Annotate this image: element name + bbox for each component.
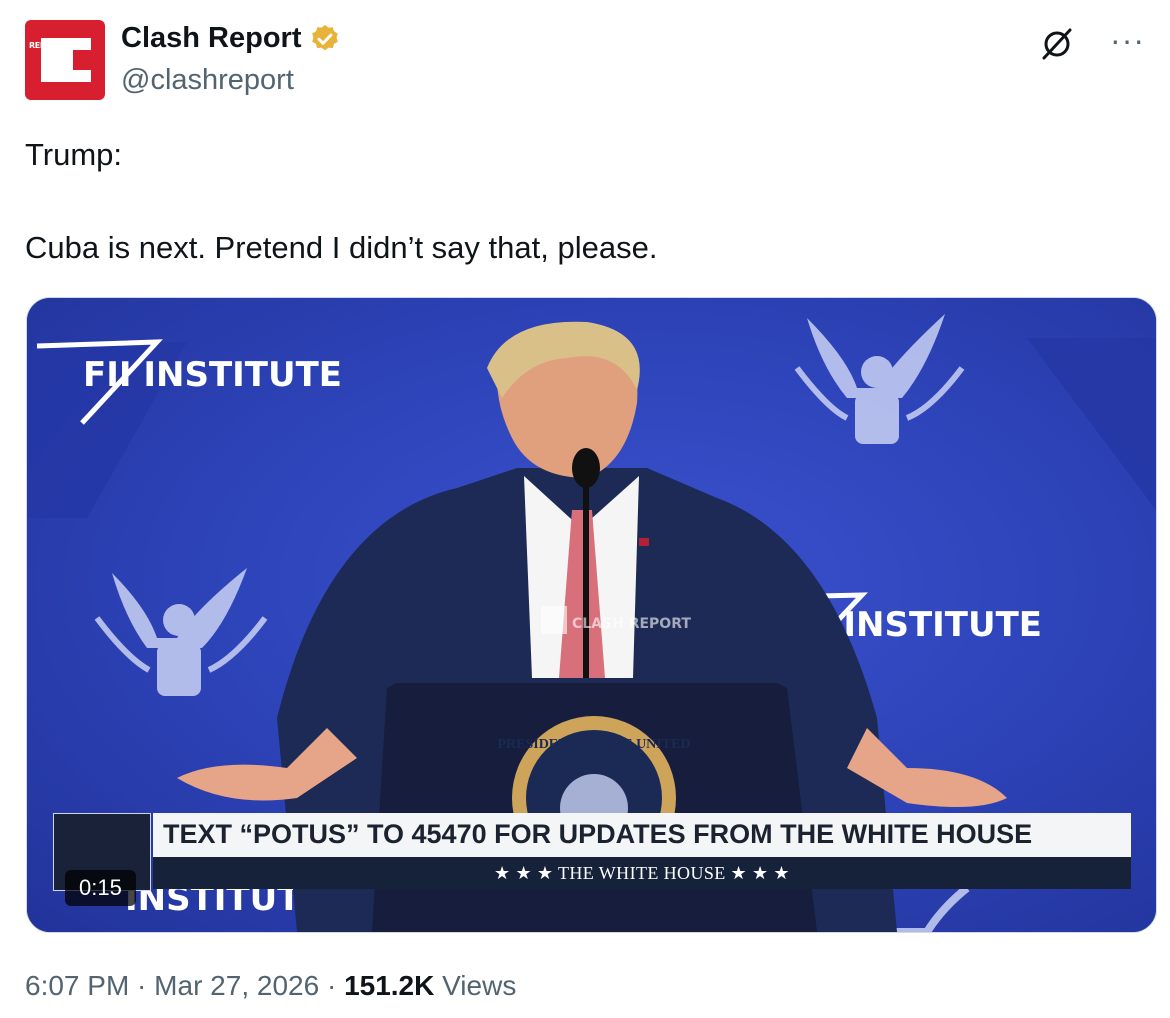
meta-separator: ·	[129, 970, 155, 1001]
podium: PRESIDENT OF THE UNITED	[372, 683, 817, 932]
lower-third-sub-bar: ★ ★ ★ THE WHITE HOUSE ★ ★ ★	[153, 857, 1131, 889]
name-row: Clash Report	[121, 22, 341, 55]
tweet-metadata: 6:07 PM · Mar 27, 2026 · 151.2K Views	[25, 970, 516, 1002]
lower-third-headline-bar: TEXT “POTUS” TO 45470 FOR UPDATES FROM T…	[153, 813, 1131, 857]
display-name[interactable]: Clash Report	[121, 22, 301, 55]
tweet-text-line-1: Trump:	[25, 137, 123, 172]
lower-third-sub: ★ ★ ★ THE WHITE HOUSE ★ ★ ★	[494, 863, 790, 883]
video-duration-badge: 0:15	[65, 870, 136, 906]
lower-third-headline: TEXT “POTUS” TO 45470 FOR UPDATES FROM T…	[163, 819, 1033, 849]
avatar-logo-text-1: CLASH	[29, 31, 61, 41]
user-handle[interactable]: @clashreport	[121, 64, 294, 97]
lower-third-banner: TEXT “POTUS” TO 45470 FOR UPDATES FROM T…	[153, 813, 1131, 889]
views-count: 151.2K	[344, 970, 435, 1001]
video-player[interactable]: FII INSTITUTE FII INSTITUTE INSTITUTE PR…	[26, 297, 1157, 933]
tweet-header: CLASH REPORT Clash Report @clashreport ·…	[25, 20, 1145, 102]
verified-badge-icon[interactable]	[309, 23, 341, 55]
eagle-emblem-left	[94, 568, 268, 696]
tweet-text: Trump: Cuba is next. Pretend I didn’t sa…	[25, 132, 1135, 271]
watermark-text: CLASH REPORT	[572, 616, 691, 632]
views-label: Views	[442, 970, 517, 1001]
avatar[interactable]: CLASH REPORT	[25, 20, 105, 100]
tweet-text-line-2: Cuba is next. Pretend I didn’t say that,…	[25, 230, 658, 265]
tweet-date[interactable]: Mar 27, 2026	[154, 970, 319, 1001]
seal-text: PRESIDENT OF THE UNITED	[497, 737, 690, 752]
meta-separator-2: ·	[319, 970, 345, 1001]
more-options-icon[interactable]: ···	[1110, 22, 1145, 58]
grok-icon[interactable]	[1039, 26, 1075, 62]
tweet-time[interactable]: 6:07 PM	[25, 970, 129, 1001]
eagle-emblem-top	[794, 314, 965, 444]
avatar-logo-text-2: REPORT	[29, 41, 63, 50]
fii-institute-label-1: FII INSTITUTE	[83, 355, 342, 395]
